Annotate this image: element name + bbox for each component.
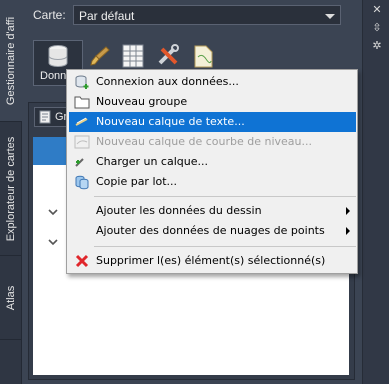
menu-item-label: Ajouter des données de nuages de points bbox=[96, 224, 325, 237]
map-book-icon[interactable] bbox=[192, 43, 216, 69]
menu-item-label: Nouveau calque de texte... bbox=[96, 115, 245, 128]
context-menu: Connexion aux données... Nouveau groupe … bbox=[66, 69, 358, 274]
tab-atlas-label: Atlas bbox=[5, 285, 17, 310]
menu-item-connect-data[interactable]: Connexion aux données... bbox=[69, 72, 356, 92]
tab-map-explorer[interactable]: Explorateur de cartes bbox=[0, 122, 22, 256]
tab-atlas[interactable]: Atlas bbox=[0, 256, 22, 340]
table-icon[interactable] bbox=[121, 43, 145, 69]
tab-display-manager-label: Gestionnaire d'affi bbox=[5, 16, 17, 105]
map-label: Carte: bbox=[33, 8, 66, 22]
menu-item-label: Nouveau calque de courbe de niveau... bbox=[96, 135, 312, 148]
menu-item-delete-selected[interactable]: Supprimer l(es) élément(s) sélectionné(s… bbox=[69, 251, 356, 271]
batch-copy-icon bbox=[75, 175, 89, 190]
auto-hide-icon[interactable]: ⇳ bbox=[370, 22, 384, 34]
style-brush-icon[interactable] bbox=[88, 44, 112, 68]
menu-item-batch-copy[interactable]: Copie par lot... bbox=[69, 172, 356, 192]
tab-display-manager[interactable]: Gestionnaire d'affi bbox=[0, 0, 22, 122]
contour-layer-icon bbox=[74, 135, 90, 149]
close-icon[interactable]: ✕ bbox=[370, 4, 384, 16]
side-tab-strip: Gestionnaire d'affi Explorateur de carte… bbox=[0, 0, 22, 384]
folder-icon bbox=[74, 96, 90, 109]
menu-item-label: Ajouter les données du dessin bbox=[96, 204, 262, 217]
chevron-down-icon[interactable] bbox=[47, 236, 59, 248]
load-layer-icon bbox=[75, 158, 84, 167]
menu-item-new-contour-layer: Nouveau calque de courbe de niveau... bbox=[69, 132, 356, 152]
chevron-down-icon[interactable] bbox=[47, 206, 59, 218]
database-connect-icon bbox=[75, 75, 89, 89]
menu-item-add-drawing-data[interactable]: Ajouter les données du dessin bbox=[69, 201, 356, 221]
menu-item-add-point-cloud-data[interactable]: Ajouter des données de nuages de points bbox=[69, 221, 356, 241]
text-layer-icon bbox=[75, 117, 88, 126]
gear-icon[interactable]: ✲ bbox=[370, 40, 384, 52]
menu-item-load-layer[interactable]: Charger un calque... bbox=[69, 152, 356, 172]
menu-item-label: Copie par lot... bbox=[96, 175, 178, 188]
tools-icon[interactable] bbox=[156, 43, 182, 69]
data-button-label: Donn bbox=[40, 70, 67, 82]
menu-separator bbox=[94, 196, 356, 197]
menu-item-new-group[interactable]: Nouveau groupe bbox=[69, 92, 356, 112]
menu-item-label: Nouveau groupe bbox=[96, 95, 188, 108]
palette-title-strip: ✕ ⇳ ✲ bbox=[362, 0, 389, 384]
database-icon bbox=[48, 45, 68, 67]
submenu-arrow-icon bbox=[346, 207, 350, 215]
menu-item-label: Charger un calque... bbox=[96, 155, 208, 168]
group-icon bbox=[39, 110, 51, 124]
group-button[interactable]: Gr bbox=[34, 107, 69, 127]
map-select-value: Par défaut bbox=[79, 9, 135, 23]
menu-item-new-text-layer[interactable]: Nouveau calque de texte... bbox=[69, 112, 356, 132]
menu-separator bbox=[94, 246, 356, 247]
menu-item-label: Connexion aux données... bbox=[96, 75, 239, 88]
delete-icon bbox=[75, 254, 89, 268]
submenu-arrow-icon bbox=[346, 227, 350, 235]
map-select[interactable]: Par défaut bbox=[73, 5, 341, 25]
chevron-down-icon bbox=[325, 14, 335, 19]
menu-item-label: Supprimer l(es) élément(s) sélectionné(s… bbox=[96, 254, 326, 267]
tab-map-explorer-label: Explorateur de cartes bbox=[5, 136, 17, 241]
